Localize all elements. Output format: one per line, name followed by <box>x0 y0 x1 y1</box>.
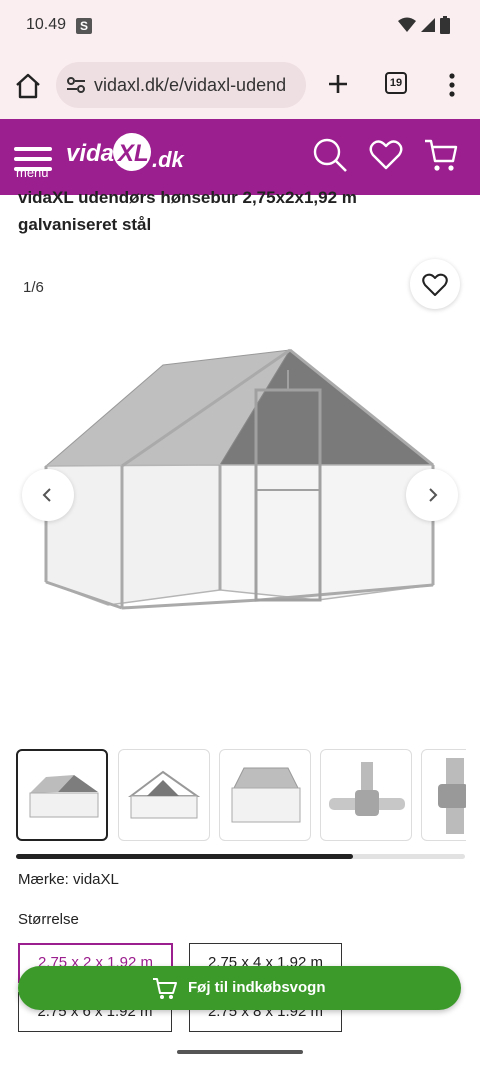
cart-icon[interactable] <box>423 137 459 173</box>
thumbnail-5[interactable] <box>421 749 466 841</box>
gallery-next-button[interactable] <box>406 469 458 521</box>
thumbnail-3[interactable] <box>219 749 311 841</box>
product-title-line2: galvaniseret stål <box>18 215 152 234</box>
signal-icon <box>421 18 435 32</box>
svg-text:vida: vida <box>66 140 114 167</box>
size-label: Størrelse <box>18 911 79 928</box>
home-icon[interactable] <box>14 72 42 100</box>
coop-roof-thumbnail <box>231 767 301 823</box>
cart-icon <box>153 978 177 999</box>
new-tab-icon[interactable] <box>326 72 350 96</box>
system-icons <box>398 16 450 34</box>
tab-switcher-button[interactable]: 19 <box>385 72 407 94</box>
vidaxl-logo[interactable]: vida XL .dk <box>66 131 190 175</box>
thumbnail-strip <box>16 749 466 841</box>
chevron-left-icon <box>42 488 51 502</box>
heart-icon <box>422 273 448 296</box>
product-image[interactable] <box>38 300 442 680</box>
svg-text:.dk: .dk <box>152 147 186 172</box>
wishlist-heart-icon[interactable] <box>368 137 404 173</box>
svg-text:XL: XL <box>116 140 149 167</box>
site-settings-icon[interactable] <box>66 75 86 95</box>
thumbnail-1[interactable] <box>16 749 108 841</box>
more-options-icon[interactable] <box>444 72 460 98</box>
status-time: 10.49 <box>26 16 67 33</box>
battery-icon <box>440 16 450 34</box>
wifi-icon <box>398 17 416 32</box>
menu-label[interactable]: menu <box>16 165 49 180</box>
coop-front-thumbnail <box>29 775 99 818</box>
search-icon[interactable] <box>312 137 348 173</box>
product-title-line1: vidaXL udendørs hønsebur 2,75x2x1,92 m <box>18 188 357 207</box>
product-title: vidaXL udendørs hønsebur 2,75x2x1,92 m g… <box>18 184 468 238</box>
brand-text: Mærke: vidaXL <box>18 871 119 888</box>
thumbnail-4[interactable] <box>320 749 412 841</box>
gesture-bar[interactable] <box>177 1050 303 1054</box>
gallery-scroll-progress <box>16 854 465 859</box>
coop-side-thumbnail <box>128 770 201 819</box>
browser-toolbar: vidaxl.dk/e/vidaxl-udend 19 <box>0 52 480 119</box>
add-to-cart-button[interactable]: Føj til indkøbsvogn <box>18 966 461 1010</box>
clamp-detail-thumbnail <box>438 758 466 834</box>
status-bar: 10.49 S <box>0 0 480 52</box>
gallery-prev-button[interactable] <box>22 469 74 521</box>
thumbnail-2[interactable] <box>118 749 210 841</box>
image-counter: 1/6 <box>23 279 44 296</box>
url-text[interactable]: vidaxl.dk/e/vidaxl-udend <box>94 75 286 96</box>
add-to-cart-label[interactable]: Føj til indkøbsvogn <box>188 979 326 996</box>
pipe-connector-thumbnail <box>329 762 405 816</box>
notification-badge: S <box>76 18 92 34</box>
chevron-right-icon <box>429 488 438 502</box>
gallery-scroll-progress-fill <box>16 854 353 859</box>
address-bar[interactable]: vidaxl.dk/e/vidaxl-udend <box>56 62 306 108</box>
